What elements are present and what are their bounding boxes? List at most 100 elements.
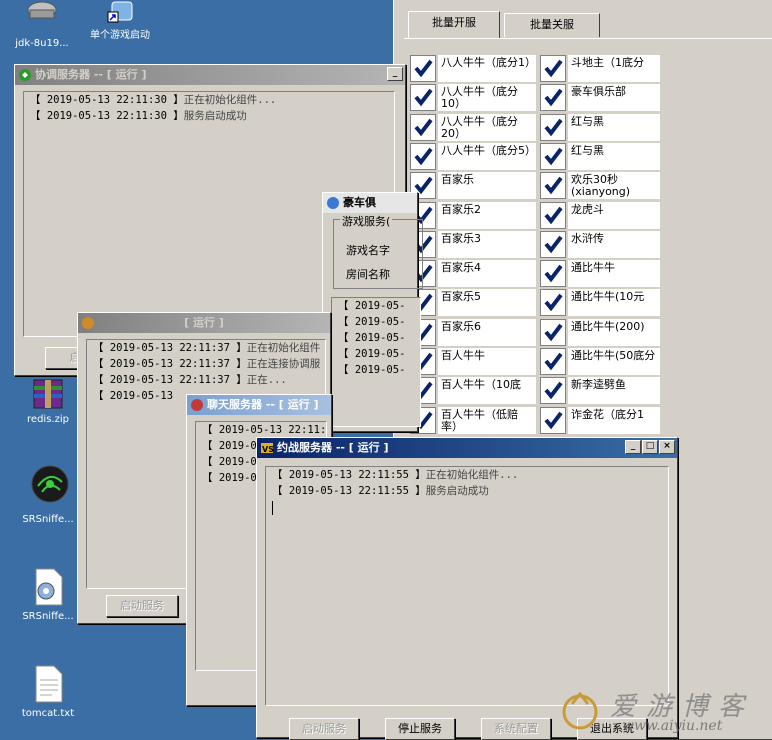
checkbox[interactable]	[410, 84, 436, 112]
archive-icon	[30, 376, 66, 412]
game-name-label: 百家乐2	[438, 201, 536, 229]
log-area: 【 2019-05-13 22:11:55 】正在初始化组件... 【 2019…	[265, 466, 669, 706]
room-server-window: 豪车俱 游戏服务( 游戏名字 房间名称 【 2019-05- 【 2019-05…	[322, 192, 423, 432]
log-line: 【 2019-05-13 22:11:55 】服务启动成功	[272, 485, 489, 497]
log-line: 【 2019-05-13 22:11:42	[202, 424, 327, 436]
checkmark-icon	[414, 147, 433, 166]
app-icon: VS	[261, 443, 274, 454]
game-name-label: 通比牛牛	[568, 260, 660, 288]
system-config-button[interactable]: 系统配置	[481, 718, 551, 740]
checkmark-icon	[414, 59, 433, 78]
app-icon	[327, 197, 339, 209]
log-area: 【 2019-05- 【 2019-05- 【 2019-05- 【 2019-…	[331, 297, 421, 427]
window-titlebar[interactable]: 豪车俱	[323, 193, 417, 213]
window-titlebar[interactable]: 聊天服务器 -- [ 运行 ]	[187, 395, 331, 415]
game-name-label: 百家乐4	[438, 260, 536, 288]
checkmark-icon	[544, 59, 563, 78]
game-name-label: 红与黑	[568, 142, 660, 170]
window-titlebar[interactable]: VS 约战服务器 -- [ 运行 ] _ □ ×	[257, 438, 677, 458]
checkmark-icon	[544, 294, 563, 312]
checkbox[interactable]	[540, 318, 566, 346]
sniffer-icon	[30, 464, 69, 503]
start-service-button[interactable]: 启动服务	[289, 718, 359, 740]
game-name-label: 豪车俱乐部	[568, 84, 660, 112]
desktop-icon-game-launcher[interactable]: 单个游戏启动	[78, 0, 162, 42]
game-service-group: 游戏服务( 游戏名字 房间名称	[333, 213, 423, 289]
checkbox[interactable]	[540, 289, 566, 317]
maximize-icon[interactable]: □	[642, 440, 658, 454]
game-name-label: 通比牛牛(10元	[568, 289, 660, 317]
game-name-label: 水浒传	[568, 230, 660, 258]
checkmark-icon	[414, 89, 433, 107]
checkbox[interactable]	[540, 406, 566, 434]
checkbox[interactable]	[540, 377, 566, 405]
game-name-label: 诈金花（底分1	[568, 406, 660, 434]
desktop-icon-tomcat[interactable]: tomcat.txt	[6, 664, 90, 720]
installer-icon	[24, 0, 60, 36]
app-icon	[191, 399, 203, 411]
log-line: 【 2019-05-	[338, 332, 406, 344]
minimize-icon[interactable]: _	[387, 67, 403, 81]
checkbox[interactable]	[540, 260, 566, 288]
checkbox[interactable]	[410, 142, 436, 170]
checkbox[interactable]	[540, 113, 566, 141]
checkmark-icon	[544, 264, 563, 283]
game-name-label: 百家乐3	[438, 230, 536, 258]
group-label: 游戏服务(	[340, 213, 393, 229]
log-line: 【 2019-05-13 22:11:55 】正在初始化组件...	[272, 469, 519, 481]
window-title: 约战服务器 -- [ 运行 ]	[277, 441, 389, 454]
game-name-label: 百家乐	[438, 172, 536, 200]
game-name-label: 通比牛牛(50底分	[568, 348, 660, 375]
log-line: 【 2019-05-13 22:11:30 】正在初始化组件...	[30, 94, 277, 106]
checkmark-icon	[544, 352, 563, 371]
checkbox[interactable]	[540, 348, 566, 375]
stop-service-button[interactable]: 停止服务	[385, 718, 455, 740]
checkbox[interactable]	[540, 84, 566, 112]
checkmark-icon	[544, 89, 563, 107]
checkmark-icon	[414, 118, 433, 136]
room-name-label: 房间名称	[346, 268, 390, 281]
checkbox[interactable]	[540, 142, 566, 170]
checkmark-icon	[544, 118, 563, 136]
window-titlebar[interactable]: [ 运行 ]	[78, 313, 330, 333]
desktop-icon-jdk[interactable]: jdk-8u19...	[0, 0, 84, 50]
minimize-icon[interactable]: _	[625, 440, 641, 454]
checkbox[interactable]	[540, 230, 566, 258]
window-title: 协调服务器 -- [ 运行 ]	[35, 68, 147, 81]
checkbox[interactable]	[410, 55, 436, 82]
checkbox[interactable]	[540, 172, 566, 200]
checkbox[interactable]	[540, 55, 566, 82]
log-line: 【 2019-05-	[338, 316, 406, 328]
game-name-label: 百人牛牛（10底	[438, 377, 536, 405]
game-name-label: 红与黑	[568, 113, 660, 141]
checkmark-icon	[544, 411, 563, 429]
desktop-icon-label: tomcat.txt	[21, 708, 75, 719]
svg-text:VS: VS	[262, 445, 274, 454]
watermark: 爱游博客 www.aiyiu.net	[560, 686, 770, 736]
game-name-label: 八人牛牛（底分5）	[438, 142, 536, 170]
checkmark-icon	[544, 323, 563, 341]
start-service-button[interactable]: 启动服务	[106, 595, 178, 617]
game-name-label: 百家乐5	[438, 289, 536, 317]
log-line: 【 2019-05-13 22:11:37 】正在初始化组件	[93, 342, 321, 354]
tab-batch-start[interactable]: 批量开服	[408, 11, 500, 38]
text-file-icon	[30, 664, 66, 703]
tab-batch-stop[interactable]: 批量关服	[504, 13, 600, 37]
settings-file-icon	[30, 567, 66, 606]
checkmark-icon	[544, 235, 563, 253]
close-icon[interactable]: ×	[659, 440, 675, 454]
checkmark-icon	[544, 147, 563, 166]
checkbox[interactable]	[540, 201, 566, 229]
log-line: 【 2019-05-13 22:11:37 】正在连接协调服	[93, 358, 321, 370]
window-titlebar[interactable]: 协调服务器 -- [ 运行 ] _	[15, 65, 405, 85]
app-icon	[82, 317, 94, 329]
checkbox[interactable]	[410, 113, 436, 141]
checkmark-icon	[544, 176, 563, 195]
game-name-label: 欢乐30秒(xianyong)	[568, 172, 660, 200]
game-name-label: 斗地主（1底分	[568, 55, 660, 82]
log-line: 【 2019-05-	[338, 348, 406, 360]
log-line: 【 2019-05-13 22:11:30 】服务启动成功	[30, 110, 247, 122]
watermark-url: www.aiyiu.net	[622, 718, 723, 734]
watermark-logo-icon	[562, 692, 598, 730]
desktop-icon-label: 单个游戏启动	[90, 30, 150, 41]
